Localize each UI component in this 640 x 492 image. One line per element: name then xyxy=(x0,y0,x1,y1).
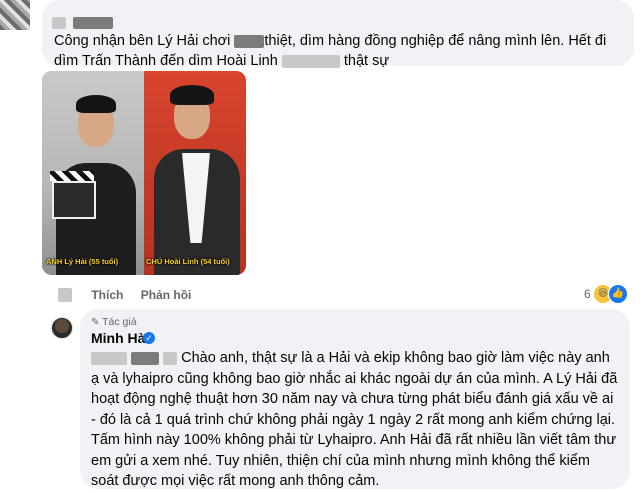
commenter-avatar[interactable] xyxy=(0,0,30,30)
redacted-word xyxy=(281,54,340,68)
like-reaction-icon: 👍 xyxy=(608,284,628,304)
image-caption-right: CHÚ Hoài Linh (54 tuổi) xyxy=(146,257,230,266)
reply-avatar[interactable] xyxy=(51,317,73,339)
left-person-hair xyxy=(76,95,116,113)
redacted-word xyxy=(234,34,265,48)
image-caption-left: ANH Lý Hải (55 tuổi) xyxy=(46,257,119,266)
redacted-timestamp xyxy=(58,287,72,302)
clapperboard xyxy=(52,181,96,219)
redacted-mention xyxy=(163,351,178,365)
comment-image[interactable]: ANH Lý Hải (55 tuổi) CHÚ Hoài Linh (54 t… xyxy=(42,71,246,275)
author-tag: ✎ Tác giả xyxy=(91,316,137,328)
like-button[interactable]: Thích xyxy=(91,288,123,302)
reply-author-name[interactable]: Minh Hà xyxy=(91,330,145,346)
clapperboard-stripes xyxy=(50,171,94,181)
reply-text: Chào anh, thật sự là a Hải và ekip không… xyxy=(91,350,618,489)
redacted-mention xyxy=(91,351,127,365)
verified-badge-icon: ✓ xyxy=(143,332,155,344)
reply-button[interactable]: Phản hồi xyxy=(141,288,192,302)
comment-actions: Thích Phản hồi xyxy=(58,287,191,302)
right-person-hair xyxy=(170,85,214,105)
comment-text: Công nhận bên Lý Hải chơi thiệt, dìm hàn… xyxy=(54,33,607,69)
redacted-mention xyxy=(131,351,160,365)
pencil-icon: ✎ xyxy=(91,317,100,328)
commenter-name-redacted[interactable] xyxy=(52,14,114,29)
reaction-count: 6 xyxy=(584,287,591,301)
